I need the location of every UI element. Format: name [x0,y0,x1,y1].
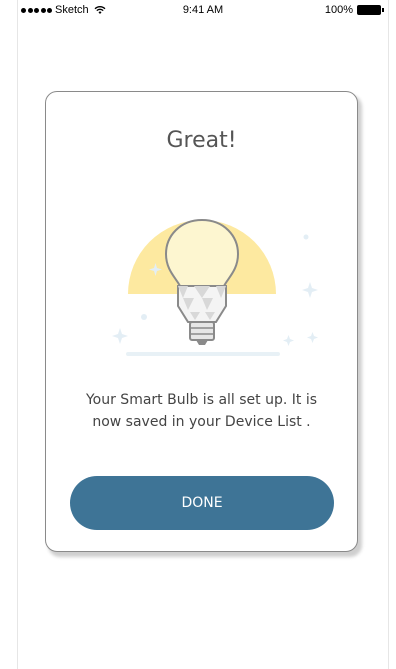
success-dialog: Great! Your Smart Bulb is all set up. It… [45,91,358,552]
battery-icon [357,5,384,15]
battery-status: 100% [324,4,384,16]
dialog-title: Great! [166,128,237,153]
success-message: Your Smart Bulb is all set up. It is now… [66,389,337,433]
status-bar: Sketch 9:41 AM 100% [17,0,389,20]
message-line-1: Your Smart Bulb is all set up. It is [85,392,318,408]
battery-percent: 100% [324,4,353,16]
done-button[interactable]: DONE [70,476,334,530]
message-line-2: now saved in your Device List . [92,414,311,430]
light-bulb-icon [112,218,318,356]
